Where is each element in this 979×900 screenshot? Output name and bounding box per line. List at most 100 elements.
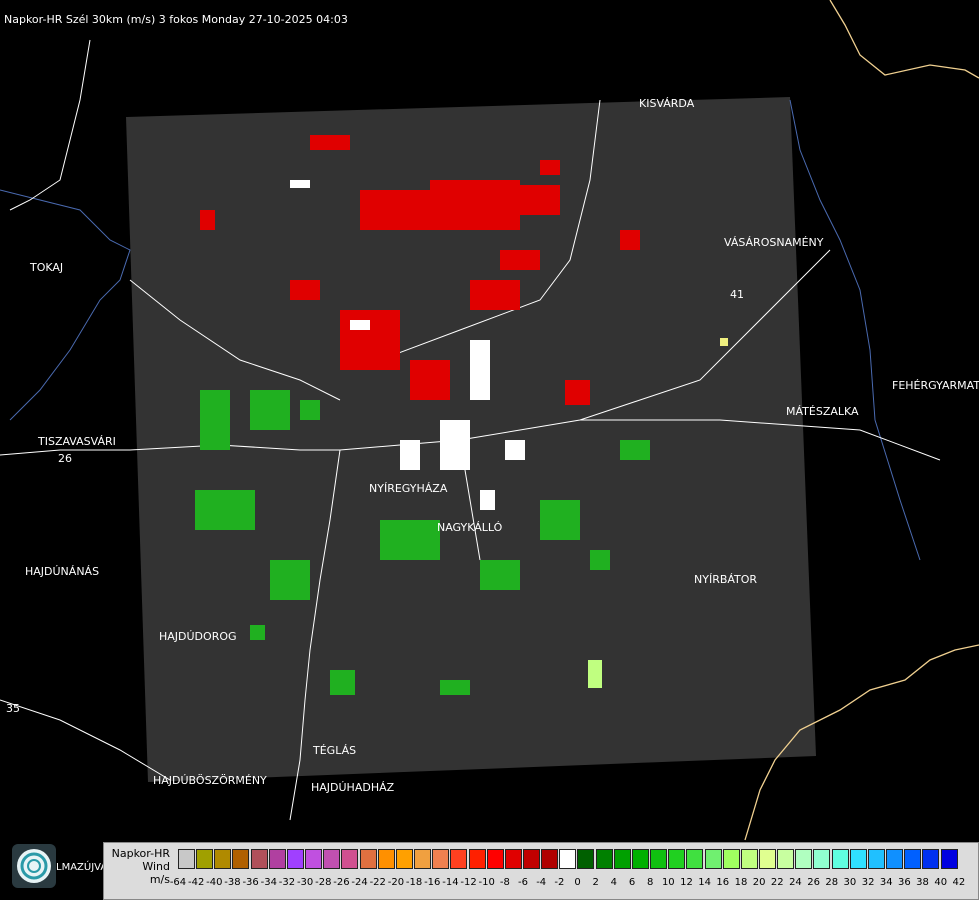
legend-tick-label: -64 [169, 877, 187, 888]
legend-title-line1: Napkor-HR [111, 847, 170, 860]
wind-legend: Napkor-HR Wind m/s -64 -42 -40 -38 -36 -34 -32… [103, 842, 979, 900]
road-number-35: 35 [6, 702, 20, 715]
city-label-nagykallo: NAGYKÁLLÓ [437, 521, 503, 534]
map-canvas: 26 35 41 KISVÁRDA VÁSÁROSNAMÉNY TOKAJ FE… [0, 0, 979, 841]
legend-tick-labels: -64 -42 -40 -38 -36 -34 -32 -30 -28 -26 -24 -22 -20-… [170, 877, 978, 891]
legend-swatch [286, 849, 304, 869]
legend-tick-label: 22 [770, 877, 784, 888]
legend-swatch [686, 849, 704, 869]
legend-tick-label: -2 [554, 877, 565, 888]
city-label-nyirbator: NYÍRBÁTOR [694, 573, 757, 586]
legend-swatch [377, 849, 395, 869]
legend-tick-label: -10 [478, 877, 495, 888]
legend-tick-label: 0 [574, 877, 581, 888]
legend-swatch [904, 849, 922, 869]
legend-swatch [922, 849, 940, 869]
legend-tick-label: -20 [387, 877, 405, 888]
legend-color-scale [178, 849, 959, 869]
legend-tick-label: -14 [442, 877, 459, 888]
legend-tick-label: -32 [278, 877, 296, 888]
legend-swatch [849, 849, 867, 869]
river-tisza [0, 189, 131, 421]
legend-tick-label: -16 [424, 877, 441, 888]
legend-swatch [522, 849, 540, 869]
legend-swatch [668, 849, 686, 869]
legend-tick-label: -28 [315, 877, 332, 888]
legend-swatch [777, 849, 795, 869]
legend-tick-label: 2 [592, 877, 599, 888]
country-border [829, 0, 979, 79]
legend-tick-label: -8 [499, 877, 510, 888]
legend-swatch [486, 849, 504, 869]
legend-swatch [795, 849, 813, 869]
legend-swatch [323, 849, 341, 869]
legend-tick-label: 38 [916, 877, 929, 888]
legend-swatch [450, 849, 468, 869]
legend-tick-label: -22 [369, 877, 386, 888]
legend-tick-label: 20 [752, 877, 766, 888]
legend-tick-label: -18 [405, 877, 423, 888]
river-east [789, 99, 921, 561]
legend-tick-label: 6 [628, 877, 636, 888]
road-number-26: 26 [58, 452, 72, 465]
city-label-nyiregyhaza: NYÍREGYHÁZA [369, 482, 448, 495]
city-label-hajduhadhaz: HAJDÚHADHÁZ [311, 781, 395, 794]
road-number-41: 41 [730, 288, 744, 301]
legend-title: Napkor-HR Wind m/s [106, 847, 170, 886]
legend-tick-label: 24 [789, 877, 802, 888]
radar-echo-yellow [720, 338, 728, 346]
radar-echo-lightgreen [588, 660, 602, 688]
city-label-hajdunanas: HAJDÚNÁNÁS [25, 565, 99, 578]
legend-tick-label: -38 [224, 877, 241, 888]
legend-tick-label: 30 [843, 877, 857, 888]
legend-swatch [341, 849, 359, 869]
legend-swatch [831, 849, 849, 869]
legend-tick-label: 36 [898, 877, 911, 888]
legend-tick-label: -12 [460, 877, 477, 888]
legend-swatch [305, 849, 323, 869]
legend-tick-label: 12 [680, 877, 693, 888]
legend-swatch [940, 849, 958, 869]
legend-tick-label: 18 [734, 877, 748, 888]
city-label-hajdudorog: HAJDÚDOROG [159, 630, 237, 643]
legend-tick-label: 14 [698, 877, 711, 888]
napkor-logo-icon [12, 844, 56, 888]
legend-swatch [232, 849, 250, 869]
legend-swatch [395, 849, 413, 869]
legend-tick-label: -34 [260, 877, 277, 888]
legend-tick-label: -26 [333, 877, 350, 888]
city-label-hajduboszormeny: HAJDÚBÖSZÖRMÉNY [153, 774, 267, 787]
legend-swatch [867, 849, 885, 869]
legend-tick-label: 40 [934, 877, 948, 888]
legend-tick-label: -4 [536, 877, 547, 888]
legend-swatch [250, 849, 268, 869]
legend-swatch [414, 849, 432, 869]
map-title: Napkor-HR Szél 30km (m/s) 3 fokos Monday… [4, 13, 348, 26]
legend-tick-label: 34 [879, 877, 893, 888]
city-label-tokaj: TOKAJ [29, 261, 63, 274]
legend-tick-label: -36 [242, 877, 259, 888]
legend-tick-label: -24 [351, 877, 368, 888]
legend-swatch [196, 849, 214, 869]
city-label-vasarosnameny: VÁSÁROSNAMÉNY [724, 236, 824, 249]
city-label-teglas: TÉGLÁS [312, 744, 356, 757]
legend-swatch [613, 849, 631, 869]
legend-title-line2: Wind [142, 860, 170, 873]
city-label-mateszalka: MÁTÉSZALKA [786, 405, 859, 418]
legend-swatch [268, 849, 286, 869]
legend-tick-label: 10 [661, 877, 675, 888]
legend-tick-label: 28 [825, 877, 839, 888]
legend-swatch [813, 849, 831, 869]
legend-swatch [650, 849, 668, 869]
city-label-fehergyarmat: FEHÉRGYARMAT [892, 379, 979, 392]
legend-tick-label: -30 [296, 877, 314, 888]
legend-swatch [577, 849, 595, 869]
legend-tick-label: 26 [807, 877, 820, 888]
radar-map: 26 35 41 KISVÁRDA VÁSÁROSNAMÉNY TOKAJ FE… [0, 0, 979, 900]
legend-tick-label: -40 [206, 877, 223, 888]
legend-tick-label: 4 [610, 877, 618, 888]
legend-swatch [595, 849, 613, 869]
legend-tick-label: -42 [187, 877, 205, 888]
city-label-kisvarda: KISVÁRDA [639, 97, 695, 110]
legend-swatch [504, 849, 522, 869]
